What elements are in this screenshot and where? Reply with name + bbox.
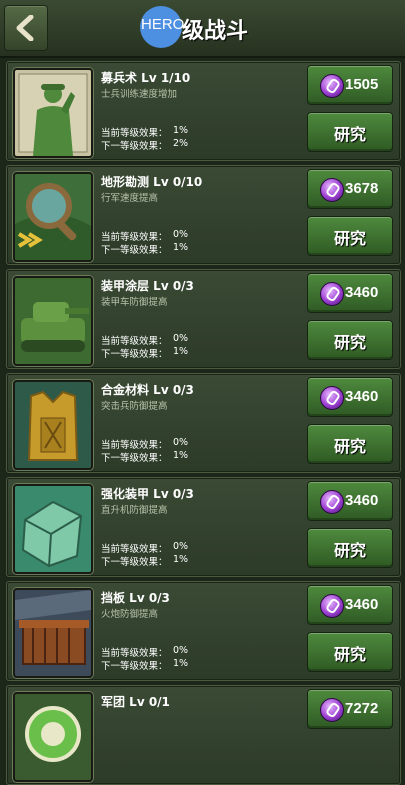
tank-icon [13,276,93,366]
upgrade-description: 火炮防御提高 [101,609,159,620]
armor-vest-icon [13,380,93,470]
hero-badge-text: HERO [141,16,185,33]
upgrade-description: 士兵训练速度增加 [101,89,178,100]
upgrade-card: 装甲涂层 Lv 0/3 装甲车防御提高 当前等级效果： 0% 下一等级效果： 1% … [6,269,401,369]
upgrade-name: 强化装甲 Lv 0/3 [101,487,194,501]
gem-icon [320,386,344,410]
current-effect: 当前等级效果： 1% [101,125,189,139]
upgrade-name: 装甲涂层 Lv 0/3 [101,279,194,293]
legion-badge-icon [13,692,93,782]
magnifier-map-icon [13,172,93,262]
gem-cost-button[interactable]: 3460 [307,481,393,521]
upgrade-card: 募兵术 Lv 1/10 士兵训练速度增加 当前等级效果： 1% 下一等级效果： 2%… [6,61,401,161]
upgrade-description: 行军速度提高 [101,193,159,204]
next-effect: 下一等级效果： 1% [101,242,189,256]
gem-cost-button[interactable]: 3678 [307,169,393,209]
next-effect: 下一等级效果： 2% [101,138,189,152]
gem-icon [320,594,344,618]
upgrade-name: 军团 Lv 0/1 [101,695,170,709]
upgrade-card: 合金材料 Lv 0/3 突击兵防御提高 当前等级效果： 0% 下一等级效果： 1% … [6,373,401,473]
current-effect: 当前等级效果： 0% [101,229,189,243]
gem-icon [320,74,344,98]
upgrade-card: 挡板 Lv 0/3 火炮防御提高 当前等级效果： 0% 下一等级效果： 1% 346… [6,581,401,681]
armor-plate-icon [13,484,93,574]
upgrade-card: 强化装甲 Lv 0/3 直升机防御提高 当前等级效果： 0% 下一等级效果： 1% … [6,477,401,577]
gem-icon [320,490,344,514]
current-effect: 当前等级效果： 0% [101,437,189,451]
current-effect: 当前等级效果： 0% [101,333,189,347]
research-button[interactable]: 研究 [307,632,393,672]
next-effect: 下一等级效果： 1% [101,346,189,360]
gem-icon [320,698,344,722]
gem-cost-button[interactable]: 3460 [307,585,393,625]
next-effect: 下一等级效果： 1% [101,554,189,568]
research-button[interactable]: 研究 [307,320,393,360]
gem-cost-button[interactable]: 7272 [307,689,393,729]
research-button[interactable]: 研究 [307,112,393,152]
upgrade-card: 地形勘测 Lv 0/10 行军速度提高 当前等级效果： 0% 下一等级效果： 1% … [6,165,401,265]
upgrade-name: 募兵术 Lv 1/10 [101,71,191,85]
top-bar: HERO 级战斗 [0,0,405,58]
research-button[interactable]: 研究 [307,528,393,568]
gem-cost-button[interactable]: 3460 [307,273,393,313]
gem-cost-button[interactable]: 1505 [307,65,393,105]
next-effect: 下一等级效果： 1% [101,450,189,464]
upgrade-description: 直升机防御提高 [101,505,168,516]
upgrade-card: 军团 Lv 0/1 7272 [6,685,401,785]
current-effect: 当前等级效果： 0% [101,645,189,659]
page-title: 级战斗 [182,19,249,44]
upgrade-name: 挡板 Lv 0/3 [101,591,170,605]
barrier-icon [13,588,93,678]
research-button[interactable]: 研究 [307,424,393,464]
upgrade-name: 地形勘测 Lv 0/10 [101,175,203,189]
gem-cost-button[interactable]: 3460 [307,377,393,417]
upgrade-name: 合金材料 Lv 0/3 [101,383,194,397]
current-effect: 当前等级效果： 0% [101,541,189,555]
research-button[interactable]: 研究 [307,216,393,256]
back-button[interactable] [4,5,48,51]
soldier-salute-icon [13,68,93,158]
upgrade-description: 突击兵防御提高 [101,401,168,412]
gem-icon [320,282,344,306]
gem-icon [320,178,344,202]
chevron-left-icon [16,15,34,41]
next-effect: 下一等级效果： 1% [101,658,189,672]
upgrade-description: 装甲车防御提高 [101,297,168,308]
